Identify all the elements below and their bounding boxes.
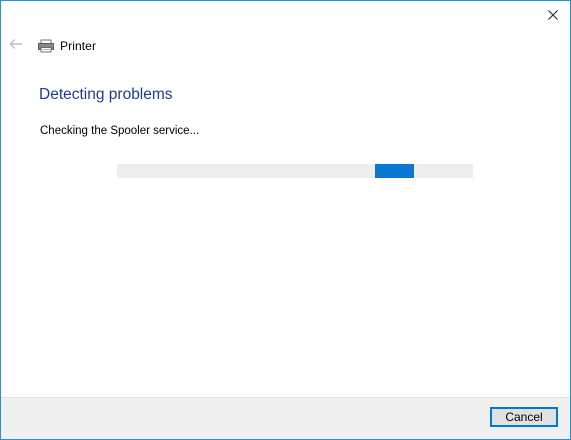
- back-button[interactable]: [7, 37, 25, 55]
- page-heading: Detecting problems: [39, 86, 173, 103]
- status-text: Checking the Spooler service...: [40, 125, 200, 137]
- progress-bar: [117, 164, 473, 178]
- progress-indicator: [375, 164, 414, 178]
- close-button[interactable]: [536, 1, 570, 31]
- cancel-button[interactable]: Cancel: [490, 407, 558, 427]
- window-title: Printer: [60, 39, 97, 53]
- printer-icon: [38, 39, 54, 53]
- back-arrow-icon: [9, 37, 23, 55]
- footer-bar: Cancel: [1, 397, 570, 439]
- title-bar: Printer: [38, 38, 96, 54]
- troubleshooter-window: Printer Detecting problems Checking the …: [0, 0, 571, 440]
- close-icon: [548, 7, 558, 25]
